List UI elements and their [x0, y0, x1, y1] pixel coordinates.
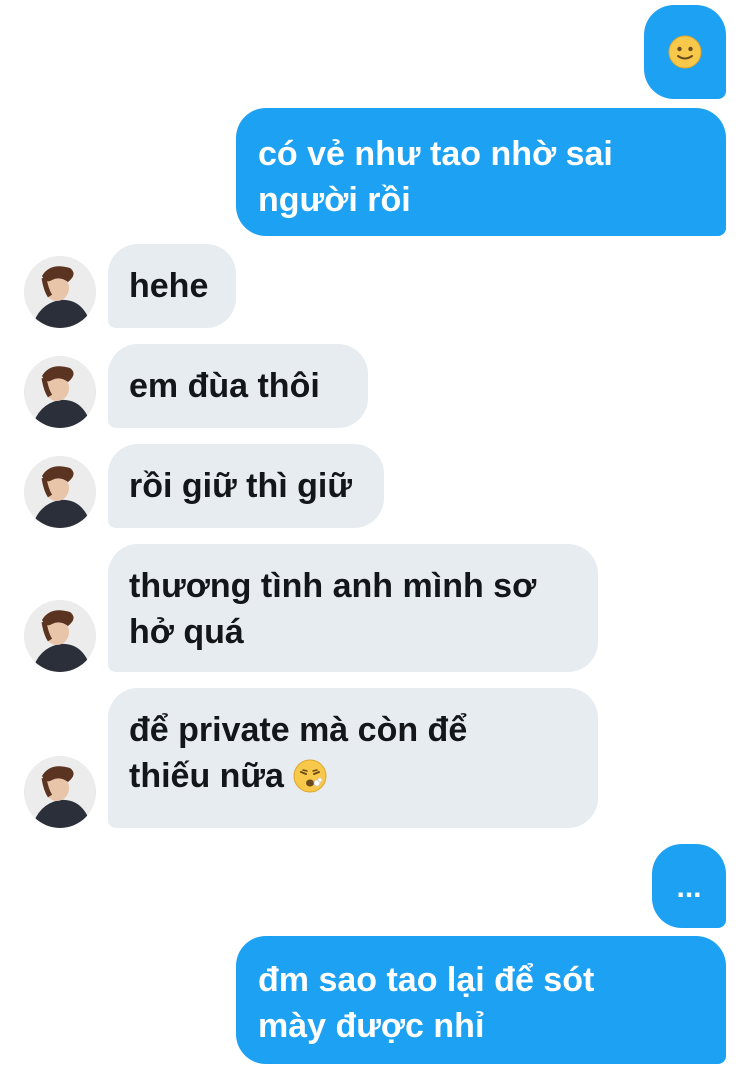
- message-text: em đùa thôi: [129, 367, 320, 405]
- incoming-message[interactable]: thương tình anh mình sơ hở quá: [108, 544, 598, 672]
- message-text: hehe: [129, 267, 209, 305]
- message-text: thương tình anh mình sơ hở quá: [129, 567, 537, 651]
- message-text: đm sao tao lại để sót mày được nhỉ: [258, 961, 595, 1045]
- outgoing-message[interactable]: có vẻ như tao nhờ sai người rồi: [236, 108, 726, 236]
- avatar[interactable]: [24, 600, 96, 672]
- incoming-message[interactable]: em đùa thôi: [108, 344, 368, 428]
- incoming-message[interactable]: để private mà còn để thiếu nữa: [108, 688, 598, 828]
- avatar-photo: [24, 256, 96, 328]
- message-text: có vẻ như tao nhờ sai người rồi: [258, 135, 613, 219]
- message-text: ...: [676, 871, 702, 904]
- outgoing-message-emoji[interactable]: [644, 5, 726, 99]
- incoming-message[interactable]: hehe: [108, 244, 236, 328]
- outgoing-message[interactable]: đm sao tao lại để sót mày được nhỉ: [236, 936, 726, 1064]
- avatar-photo: [24, 456, 96, 528]
- avatar-photo: [24, 356, 96, 428]
- avatar[interactable]: [24, 456, 96, 528]
- avatar[interactable]: [24, 256, 96, 328]
- avatar[interactable]: [24, 756, 96, 828]
- message-text: rồi giữ thì giữ: [129, 467, 352, 505]
- avatar-photo: [24, 600, 96, 672]
- slightly-smiling-face-icon: [668, 35, 702, 69]
- avatar-photo: [24, 756, 96, 828]
- outgoing-message-ellipsis[interactable]: ...: [652, 844, 726, 928]
- tired-face-icon: [293, 759, 327, 793]
- incoming-message[interactable]: rồi giữ thì giữ: [108, 444, 384, 528]
- avatar[interactable]: [24, 356, 96, 428]
